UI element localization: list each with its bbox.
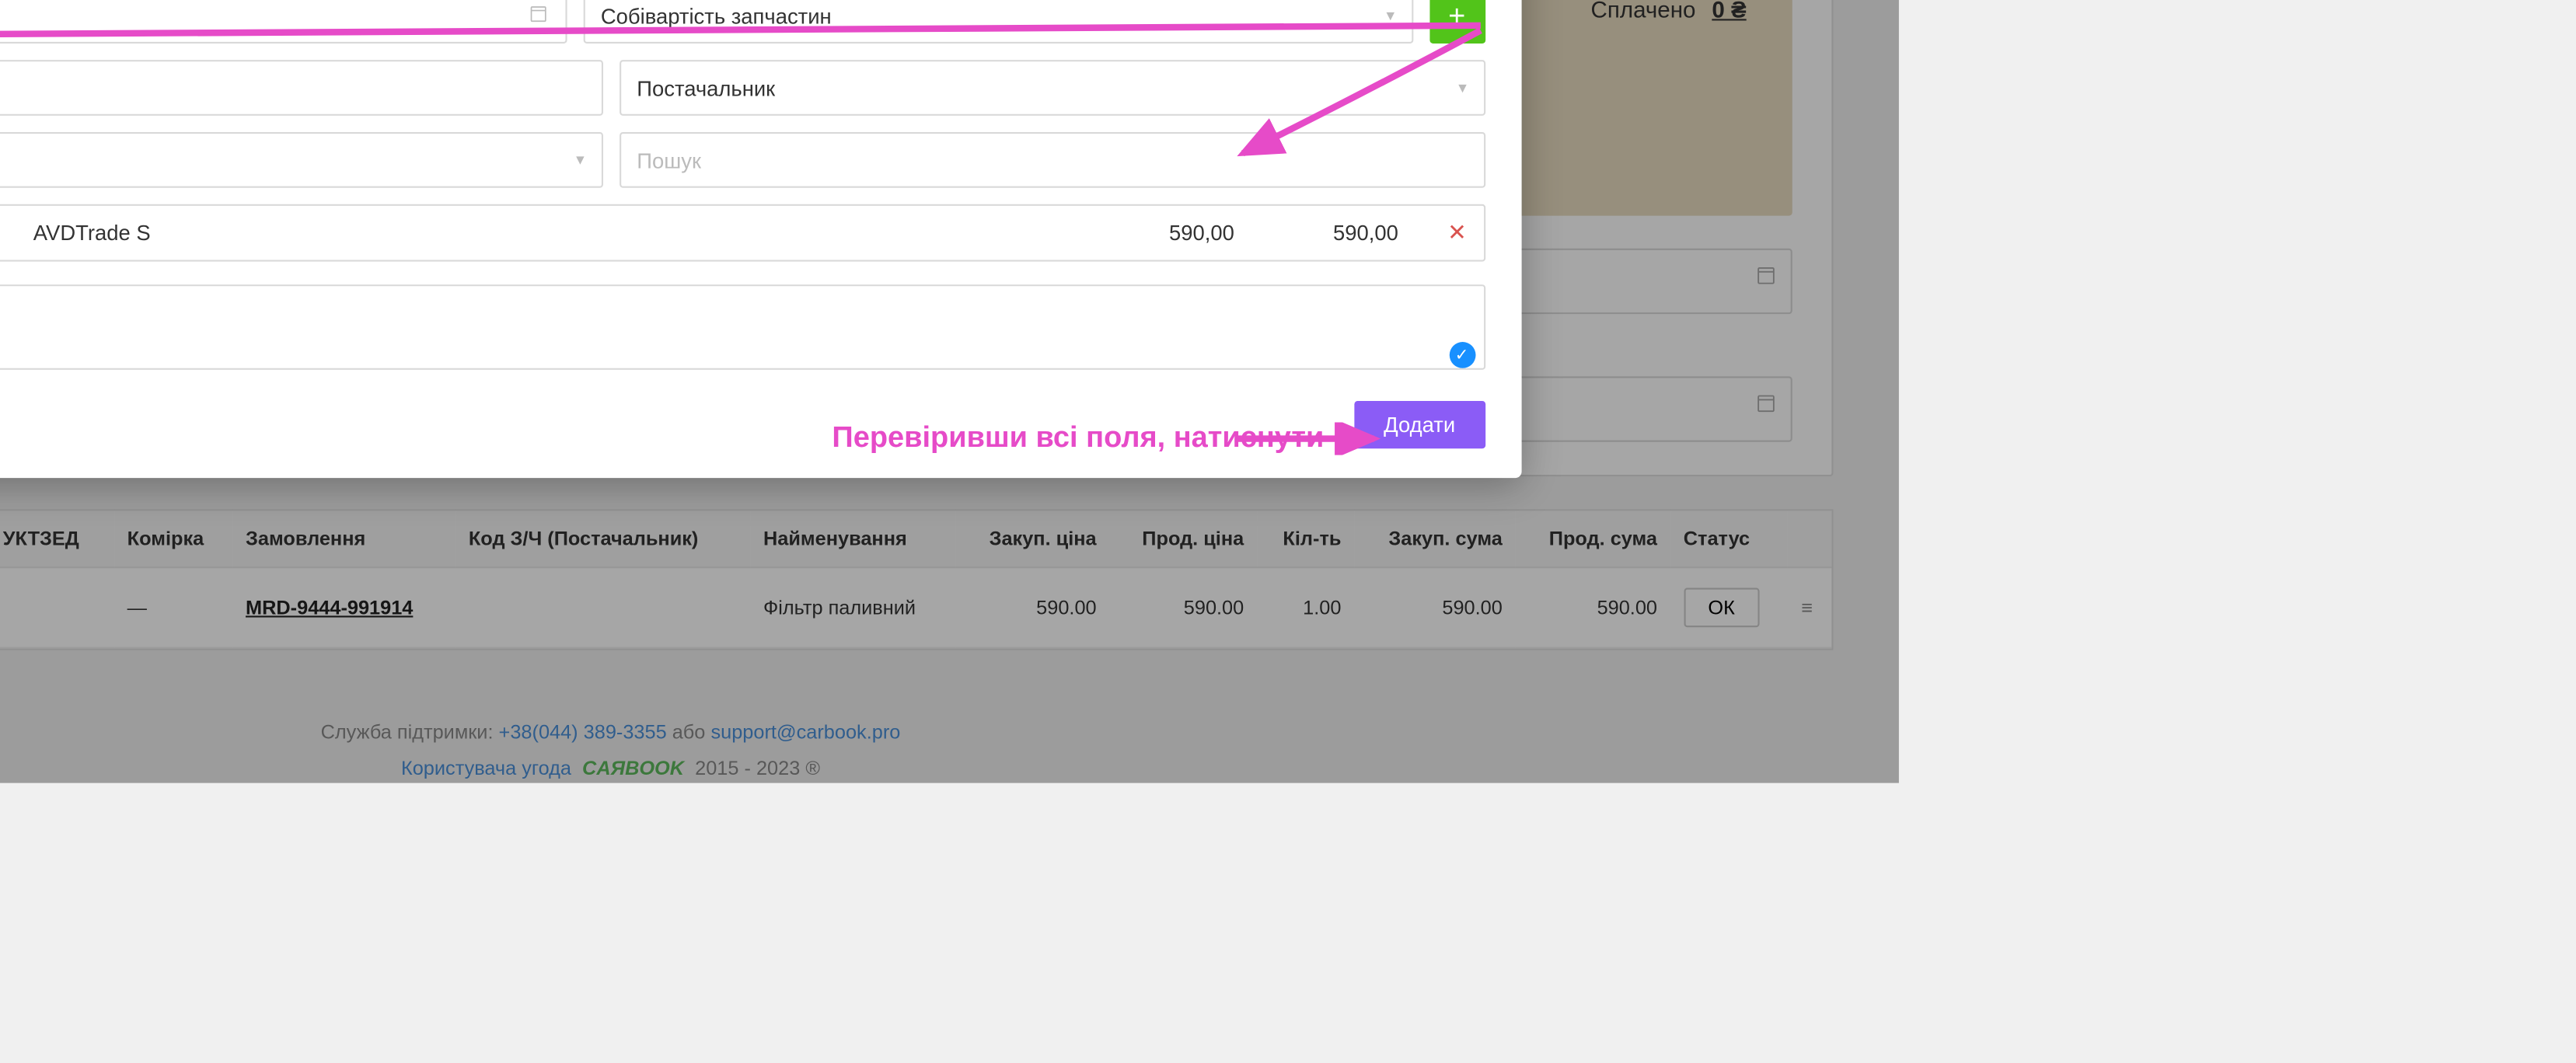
remove-doc-button[interactable]: ✕	[1447, 219, 1467, 247]
comment-textarea[interactable]	[0, 284, 1485, 370]
check-icon: ✓	[1449, 342, 1475, 368]
counterparty-select[interactable]: Постачальник▾	[619, 60, 1485, 116]
add-analytic-button[interactable]: +	[1429, 0, 1485, 44]
counterparty-value-select[interactable]: AVDTrade S▾	[0, 132, 602, 188]
doc-search-input[interactable]: Пошук	[619, 132, 1485, 188]
modal-overlay: ✕ Касовий ордер Звичайний Сервісне внесе…	[0, 0, 1899, 783]
date-input[interactable]: 15.03.2023	[0, 0, 567, 44]
amount-input[interactable]	[0, 60, 602, 116]
submit-button[interactable]: Додати	[1354, 401, 1485, 448]
analytic-select[interactable]: Собівартість запчастин▾	[583, 0, 1413, 44]
calendar-icon	[527, 2, 548, 29]
selected-document-row: INC-9444-1078678 AVDTrade S 590,00 590,0…	[0, 204, 1485, 262]
cash-order-modal: ✕ Касовий ордер Звичайний Сервісне внесе…	[0, 0, 1521, 478]
